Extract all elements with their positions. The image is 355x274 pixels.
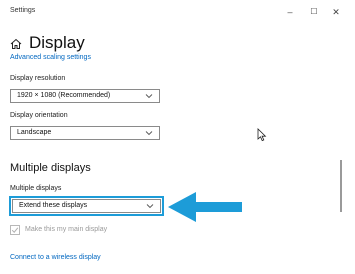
multiple-displays-dropdown[interactable]: Extend these displays: [12, 199, 161, 213]
resolution-dropdown[interactable]: 1920 × 1080 (Recommended): [10, 89, 160, 103]
orientation-value: Landscape: [17, 129, 52, 136]
title-bar: Settings – ☐ ✕: [0, 0, 355, 24]
pointer-arrow-icon: [168, 192, 242, 222]
scrollbar[interactable]: [340, 160, 342, 212]
mouse-cursor-icon: [257, 128, 267, 142]
orientation-label: Display orientation: [10, 112, 68, 119]
orientation-dropdown[interactable]: Landscape: [10, 126, 160, 140]
connect-wireless-display-link[interactable]: Connect to a wireless display: [10, 254, 101, 261]
multiple-displays-label: Multiple displays: [10, 185, 62, 192]
chevron-down-icon: [145, 94, 153, 99]
multiple-displays-value: Extend these displays: [19, 202, 88, 209]
close-button[interactable]: ✕: [326, 4, 346, 20]
checkmark-icon: [11, 227, 19, 233]
section-title-multiple-displays: Multiple displays: [10, 162, 91, 174]
chevron-down-icon: [146, 204, 154, 209]
main-display-checkbox[interactable]: [10, 225, 20, 235]
app-title: Settings: [10, 7, 36, 14]
maximize-button[interactable]: ☐: [304, 4, 324, 20]
home-icon: [10, 38, 22, 49]
resolution-value: 1920 × 1080 (Recommended): [17, 92, 111, 99]
main-display-checkbox-label: Make this my main display: [25, 226, 108, 233]
chevron-down-icon: [145, 131, 153, 136]
page-title: Display: [29, 33, 85, 52]
resolution-label: Display resolution: [10, 75, 66, 82]
advanced-scaling-link[interactable]: Advanced scaling settings: [10, 54, 91, 61]
minimize-button[interactable]: –: [280, 4, 300, 20]
